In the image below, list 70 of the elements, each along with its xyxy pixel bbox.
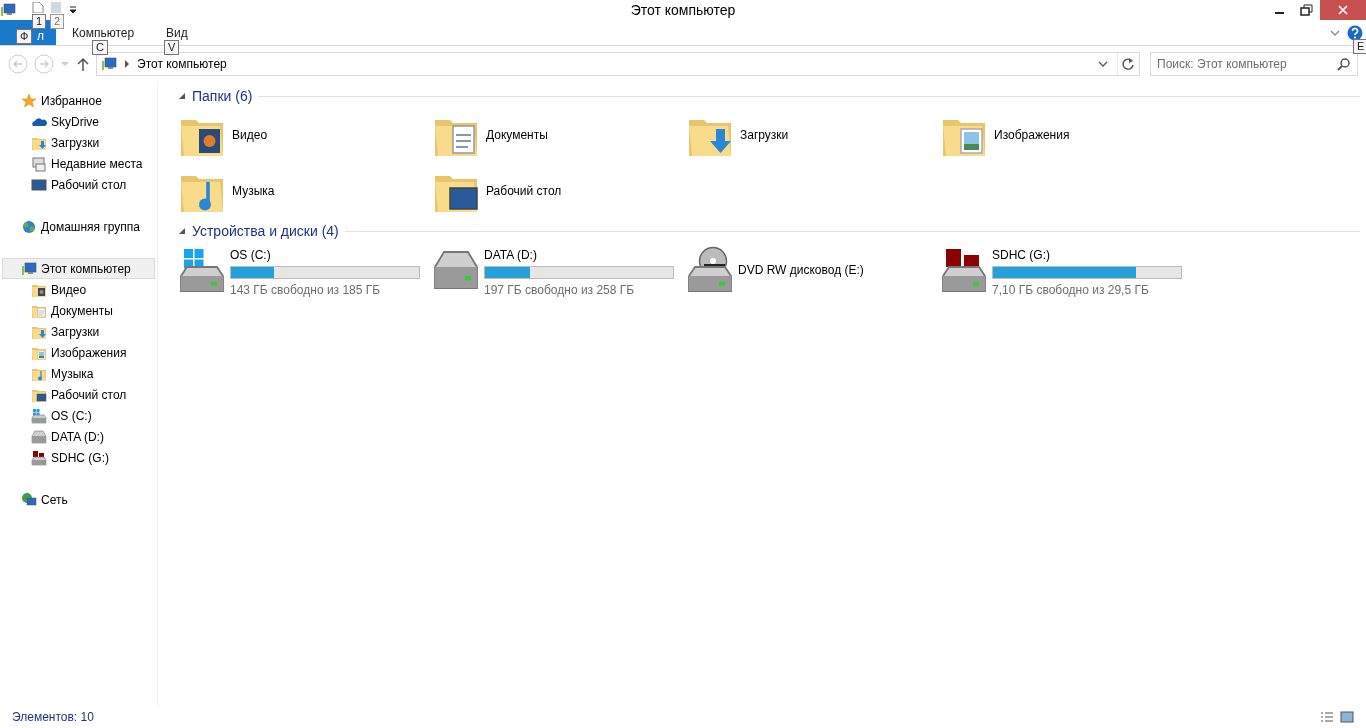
- help-button[interactable]: [1347, 24, 1363, 41]
- sidebar-item[interactable]: Документы: [2, 300, 155, 321]
- large-icons-view-icon[interactable]: [1340, 711, 1354, 723]
- dvd-drive-icon: [686, 246, 734, 294]
- minimize-icon: [1275, 12, 1284, 14]
- sidebar-item[interactable]: Избранное: [2, 90, 155, 111]
- star-icon: [21, 92, 37, 109]
- keytip: C: [92, 40, 108, 55]
- restore-icon: [1300, 4, 1313, 16]
- folder-tile[interactable]: Рабочий стол: [432, 163, 686, 219]
- collapse-icon[interactable]: [178, 227, 186, 235]
- folder-tile[interactable]: Документы: [432, 107, 686, 163]
- sidebar-item[interactable]: SkyDrive: [2, 111, 155, 132]
- drive-tile[interactable]: DATA (D:) 197 ГБ свободно из 258 ГБ: [432, 242, 686, 298]
- drive-tile[interactable]: SDHC (G:) 7,10 ГБ свободно из 29,5 ГБ: [940, 242, 1194, 298]
- window-title: Этот компьютер: [630, 1, 736, 20]
- computer-icon: [21, 260, 37, 277]
- globe-icon: [21, 218, 37, 235]
- sidebar-item[interactable]: Рабочий стол: [2, 384, 155, 405]
- breadcrumb: Этот компьютер: [137, 56, 227, 73]
- sidebar-item[interactable]: Загрузки: [2, 132, 155, 153]
- folder-tile[interactable]: Музыка: [178, 163, 432, 219]
- sd-card-icon: [940, 246, 988, 294]
- folder-tile[interactable]: Изображения: [940, 107, 1194, 163]
- computer-icon: [0, 2, 16, 18]
- back-icon: [8, 54, 28, 74]
- forward-icon: [34, 54, 54, 74]
- sidebar-item[interactable]: Загрузки: [2, 321, 155, 342]
- drive-icon: [31, 407, 47, 424]
- sidebar-item[interactable]: Видео: [2, 279, 155, 300]
- sidebar-item[interactable]: Этот компьютер: [2, 258, 155, 279]
- keytip: V: [164, 40, 180, 55]
- section-title: Устройства и диски (4): [192, 221, 339, 241]
- sidebar-item[interactable]: SDHC (G:): [2, 447, 155, 468]
- up-button[interactable]: [76, 56, 90, 72]
- drive-tile[interactable]: DVD RW дисковод (E:): [686, 242, 940, 298]
- chevron-icon[interactable]: [123, 59, 131, 69]
- folder-tile[interactable]: Видео: [178, 107, 432, 163]
- sidebar-item[interactable]: Музыка: [2, 363, 155, 384]
- sidebar-item[interactable]: Недавние места: [2, 153, 155, 174]
- search-field[interactable]: Поиск: Этот компьютер: [1150, 52, 1358, 76]
- sidebar-item[interactable]: OS (C:): [2, 405, 155, 426]
- section-title: Папки (6): [192, 86, 253, 106]
- new-file-button[interactable]: [32, 2, 44, 13]
- keytip: 1: [32, 14, 47, 29]
- folder-tile[interactable]: Загрузки: [686, 107, 940, 163]
- keytip: E: [1353, 38, 1366, 54]
- page-icon: [32, 2, 44, 13]
- search-icon: [1337, 57, 1351, 71]
- sidebar-item[interactable]: Изображения: [2, 342, 155, 363]
- collapse-icon[interactable]: [178, 92, 186, 100]
- drive-icon: [178, 246, 226, 294]
- sidebar-item[interactable]: DATA (D:): [2, 426, 155, 447]
- card-icon: [50, 2, 62, 13]
- sd-card-icon: [31, 449, 47, 466]
- sidebar-item[interactable]: Домашняя группа: [2, 216, 155, 237]
- sidebar-item[interactable]: Сеть: [2, 489, 155, 510]
- up-arrow-icon: [76, 56, 90, 72]
- keytip: Ф: [16, 29, 33, 44]
- network-icon: [21, 491, 37, 508]
- address-bar[interactable]: Этот компьютер: [96, 52, 1140, 76]
- item-count: Элементов: 10: [12, 709, 94, 726]
- help-icon: [1347, 24, 1363, 41]
- keytip: 2: [50, 14, 65, 29]
- monitor-icon: [31, 176, 47, 193]
- drive-tile[interactable]: OS (C:) 143 ГБ свободно из 185 ГБ: [178, 242, 432, 298]
- sidebar-item[interactable]: Рабочий стол: [2, 174, 155, 195]
- close-icon: [1338, 5, 1348, 15]
- computer-icon: [101, 56, 117, 72]
- drive-icon: [31, 428, 47, 445]
